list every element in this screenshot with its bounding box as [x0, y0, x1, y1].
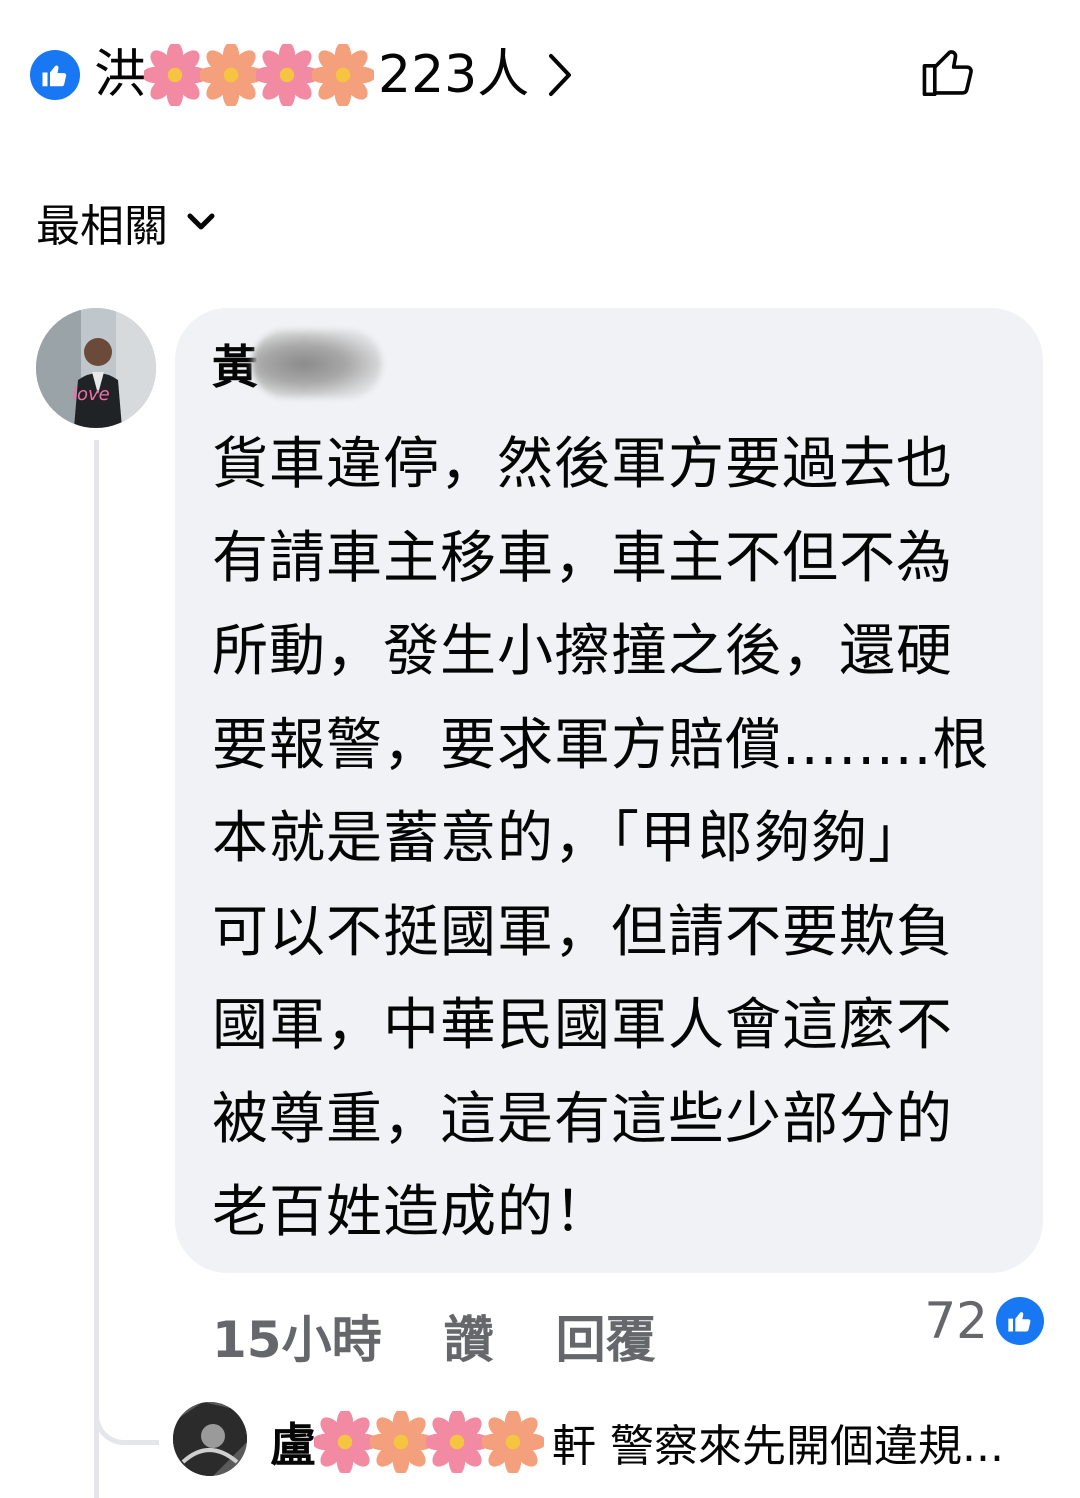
flower-sticker-icon — [482, 1411, 544, 1473]
comment-line: 國軍，中華民國軍人會這麼不 — [212, 993, 953, 1058]
reply-author[interactable]: 盧 — [270, 1409, 316, 1475]
reactors-summary-text: 洪 223人 — [94, 44, 575, 106]
comment-line: 被尊重，這是有這些少部分的 — [212, 1086, 953, 1152]
comment-line: 本就是蓄意的，「甲郎夠夠」 — [212, 806, 925, 871]
flower-sticker-icon — [370, 1411, 432, 1473]
redaction-flowers — [314, 1411, 544, 1473]
comments-page: 洪 223人 最相關 love 黃 貨車違停，然後軍方要過去也 有請車主移車，車… — [0, 0, 1080, 1498]
flower-sticker-icon — [256, 44, 319, 106]
like-outline-icon[interactable] — [918, 40, 980, 102]
like-badge-icon — [30, 50, 80, 100]
reactors-count: 223人 — [378, 45, 530, 105]
reply-button[interactable]: 回覆 — [556, 1300, 656, 1372]
like-badge-icon — [996, 1297, 1044, 1345]
comment-line: 要報警，要求軍方賠償........根 — [212, 712, 990, 778]
sort-label: 最相關 — [36, 201, 168, 252]
chevron-right-icon[interactable] — [545, 52, 575, 98]
svg-text:love: love — [72, 384, 110, 405]
thread-line — [94, 440, 99, 1498]
comment-line: 老百姓造成的！ — [212, 1180, 611, 1245]
like-button[interactable]: 讚 — [444, 1300, 494, 1372]
redaction-flowers — [144, 44, 375, 106]
comment-like-count[interactable]: 72 — [924, 1292, 1044, 1350]
chevron-down-icon — [187, 213, 215, 230]
comment-line: 可以不挺國軍，但請不要欺負 — [212, 899, 953, 965]
comment-line: 所動，發生小擦撞之後，還硬 — [212, 619, 953, 684]
sort-selector[interactable]: 最相關 — [36, 190, 216, 254]
comment-line: 有請車主移車，車主不但不為 — [212, 525, 953, 591]
reactors-prefix: 洪 — [94, 45, 147, 105]
comment-line: 貨車違停，然後軍方要過去也 — [212, 432, 953, 497]
flower-sticker-icon — [426, 1411, 488, 1473]
flower-sticker-icon — [200, 44, 263, 106]
reply-avatar[interactable] — [173, 1402, 247, 1476]
flower-sticker-icon — [144, 44, 207, 106]
comment-author-row: 黃 — [212, 330, 382, 398]
avatar[interactable]: love — [36, 308, 156, 428]
comment-timestamp: 15小時 — [212, 1311, 382, 1369]
reply-text: 軒 警察來先開個違規... — [552, 1421, 1004, 1472]
author-name-redaction — [252, 330, 382, 398]
flower-sticker-icon — [314, 1411, 376, 1473]
thread-connector — [94, 1370, 159, 1445]
like-count-value: 72 — [924, 1292, 988, 1350]
reply-preview[interactable]: 盧 軒 警察來先開個違規... — [270, 1402, 1060, 1482]
comment-body: 貨車違停，然後軍方要過去也 有請車主移車，車主不但不為 所動，發生小擦撞之後，還… — [212, 418, 1012, 1260]
reactions-summary[interactable]: 洪 223人 — [30, 30, 1040, 120]
flower-sticker-icon — [312, 44, 375, 106]
comment-actions: 15小時 讚 回覆 — [212, 1300, 718, 1372]
